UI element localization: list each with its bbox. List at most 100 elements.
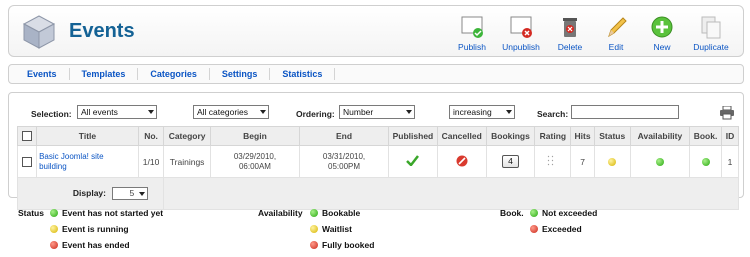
filter-bar: Selection: All events All categories Ord… [9,93,743,121]
col-bookings[interactable]: Bookings [485,126,536,146]
legend-item: Not exceeded [530,208,597,218]
yellow-dot-icon [310,225,318,233]
publish-label: Publish [458,42,486,52]
event-category: Trainings [163,145,211,178]
copy-icon [701,16,721,39]
event-end-date: 03/31/2010, [322,151,366,161]
col-end[interactable]: End [298,126,390,146]
duplicate-label: Duplicate [693,42,729,52]
cancelled-cell [436,145,487,178]
book-legend-heading: Book. [500,208,524,218]
new-label: New [653,42,671,52]
legend-label: Exceeded [542,224,582,234]
display-select[interactable]: 5 [112,187,149,200]
ordering-select[interactable]: Number [339,105,415,119]
display-value: 5 [129,188,135,198]
legend-label: Fully booked [322,240,375,250]
pencil-icon [608,17,627,38]
submenu: Events Templates Categories Settings Sta… [8,64,744,84]
duplicate-button[interactable]: Duplicate [685,12,737,56]
legend-label: Bookable [322,208,361,218]
col-no[interactable]: No. [137,126,165,146]
delete-button[interactable]: Delete [547,12,593,56]
edit-button[interactable]: Edit [593,12,639,56]
col-book[interactable]: Book. [689,126,722,146]
red-dot-icon [50,241,58,249]
col-id[interactable]: ID [720,126,740,146]
col-published[interactable]: Published [388,126,438,146]
search-label: Search: [537,109,569,119]
unpublish-label: Unpublish [502,42,540,52]
chevron-down-icon [148,110,154,114]
table-row: Basic Joomla! site building 1/10 Trainin… [16,145,740,178]
legend-item: Event has ended [50,240,130,250]
chevron-down-icon [406,110,412,114]
page-header: Events Publish Unpublish Delete Edit New… [8,5,744,57]
selection-value: All events [81,107,118,117]
events-panel: Selection: All events All categories Ord… [8,92,744,210]
legend-item: Bookable [310,208,360,218]
checkmark-icon[interactable] [406,155,420,167]
red-dot-icon [310,241,318,249]
plus-icon [651,16,673,38]
published-cell [388,145,438,178]
legend-item: Fully booked [310,240,374,250]
submenu-templates[interactable]: Templates [70,68,139,80]
status-yellow-icon [608,158,617,167]
book-cell [689,145,722,178]
unpublish-button[interactable]: Unpublish [495,12,547,56]
publish-button[interactable]: Publish [449,12,495,56]
printer-icon[interactable] [719,106,735,120]
category-select[interactable]: All categories [193,105,269,119]
legend-label: Event is running [62,224,129,234]
chevron-down-icon [506,110,512,114]
col-begin[interactable]: Begin [209,126,301,146]
legend-item: Event has not started yet [50,208,163,218]
chevron-down-icon [260,110,266,114]
event-title-link[interactable]: Basic Joomla! site building [36,145,139,178]
search-input[interactable] [571,105,679,119]
selection-label: Selection: [31,109,72,119]
submenu-settings[interactable]: Settings [210,68,271,80]
col-availability[interactable]: Availability [629,126,691,146]
col-title[interactable]: Title [36,126,139,146]
status-cell [593,145,631,178]
event-begin-time: 06:00AM [238,161,271,171]
new-button[interactable]: New [639,12,685,56]
yellow-dot-icon [50,225,58,233]
rating-stars-icon[interactable] [546,154,560,168]
not-cancelled-icon[interactable] [456,155,468,167]
unpublish-icon [510,16,532,38]
submenu-categories[interactable]: Categories [138,68,210,80]
events-table: Title No. Category Begin End Published C… [16,126,740,210]
event-title-line1[interactable]: Basic Joomla! site [39,152,136,162]
select-all-checkbox[interactable] [22,131,33,142]
green-dot-icon [310,209,318,217]
chevron-down-icon [139,192,146,196]
ordering-label: Ordering: [296,109,335,119]
ordering-value: Number [343,107,374,117]
direction-select[interactable]: increasing [449,105,515,119]
events-logo-icon [22,15,56,49]
selection-select[interactable]: All events [77,105,157,119]
red-dot-icon [530,225,538,233]
page-title: Events [69,20,135,42]
publish-icon [461,16,483,38]
col-status[interactable]: Status [593,126,631,146]
availability-green-icon [655,158,664,167]
col-hits[interactable]: Hits [570,126,595,146]
edit-label: Edit [608,42,624,52]
table-header-row: Title No. Category Begin End Published C… [16,126,740,146]
submenu-events[interactable]: Events [19,68,70,80]
row-checkbox[interactable] [22,156,33,167]
col-cancelled[interactable]: Cancelled [436,126,487,146]
submenu-statistics[interactable]: Statistics [270,68,336,80]
col-rating[interactable]: Rating [534,126,572,146]
event-no: 1/10 [137,145,165,178]
bookings-button[interactable]: 4 [502,155,519,168]
event-title-line2[interactable]: building [39,162,136,172]
col-category[interactable]: Category [163,126,211,146]
event-end: 03/31/2010, 05:00PM [298,145,390,178]
delete-label: Delete [557,42,583,52]
legend-item: Exceeded [530,224,582,234]
